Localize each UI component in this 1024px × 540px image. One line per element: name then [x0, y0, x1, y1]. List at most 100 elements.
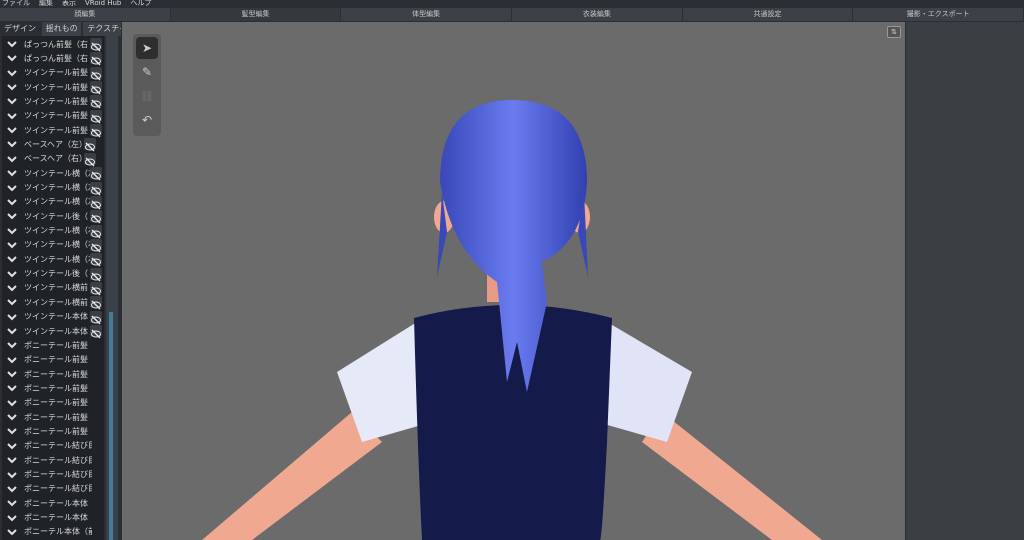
chevron-down-icon[interactable]: [7, 96, 17, 106]
chevron-down-icon[interactable]: [7, 527, 17, 537]
menu-item[interactable]: 編集: [39, 0, 53, 8]
main-tab[interactable]: 共通設定: [682, 8, 854, 21]
eye-hidden-icon[interactable]: [90, 109, 102, 124]
list-item[interactable]: ポニーテール前髪（左後: [2, 410, 104, 424]
eye-hidden-icon[interactable]: [84, 152, 96, 167]
chevron-down-icon[interactable]: [7, 154, 17, 164]
pen-tool-button[interactable]: ✎: [136, 61, 158, 83]
scrollbar-thumb[interactable]: [109, 312, 113, 540]
list-item[interactable]: ツインテール横（右: [2, 238, 104, 253]
list-item[interactable]: ポニーテール結び目（左: [2, 468, 104, 482]
eye-hidden-icon[interactable]: [90, 281, 102, 296]
chevron-down-icon[interactable]: [7, 383, 17, 393]
list-item[interactable]: ポニーテール本体（中）: [2, 496, 104, 510]
list-item[interactable]: ぱっつん前髪（右: [2, 37, 104, 52]
undo-tool-button[interactable]: ↶: [136, 109, 158, 131]
list-item[interactable]: ツインテール前髪（: [2, 94, 104, 109]
chevron-down-icon[interactable]: [7, 111, 17, 121]
list-item[interactable]: ツインテール後（: [2, 209, 104, 224]
main-tab[interactable]: 撮影・エクスポート: [853, 8, 1024, 21]
list-item[interactable]: ツインテール後（: [2, 267, 104, 282]
list-item[interactable]: ツインテール横（左: [2, 195, 104, 210]
chevron-down-icon[interactable]: [7, 68, 17, 78]
eye-hidden-icon[interactable]: [90, 325, 102, 339]
main-tab[interactable]: 髪型編集: [170, 8, 342, 21]
list-item[interactable]: ポニーテール前髪（左前: [2, 353, 104, 367]
eye-hidden-icon[interactable]: [90, 195, 102, 210]
sub-tab[interactable]: デザイン: [0, 22, 40, 36]
eye-hidden-icon[interactable]: [90, 181, 102, 195]
menu-item[interactable]: ヘルプ: [130, 0, 151, 8]
list-item[interactable]: ツインテール前髪（: [2, 123, 104, 138]
eye-hidden-icon[interactable]: [90, 310, 102, 325]
chevron-down-icon[interactable]: [7, 139, 17, 149]
chevron-down-icon[interactable]: [7, 455, 17, 465]
chevron-down-icon[interactable]: [7, 254, 17, 264]
list-item[interactable]: ツインテール横前（: [2, 295, 104, 310]
main-tab[interactable]: 顔編集: [0, 8, 171, 21]
eye-hidden-icon[interactable]: [90, 296, 102, 310]
chevron-down-icon[interactable]: [7, 125, 17, 135]
main-tab[interactable]: 衣装編集: [512, 8, 683, 21]
eye-hidden-icon[interactable]: [90, 210, 102, 224]
select-tool-button[interactable]: ➤: [136, 37, 158, 59]
chevron-down-icon[interactable]: [7, 297, 17, 307]
list-item[interactable]: ツインテール本体（: [2, 324, 104, 339]
eye-hidden-icon[interactable]: [84, 138, 96, 152]
eye-hidden-icon[interactable]: [90, 267, 102, 282]
list-item[interactable]: ベースヘア（右）: [2, 152, 104, 167]
list-item[interactable]: ツインテール本体（: [2, 310, 104, 325]
list-item[interactable]: ポニーテール結び目（右: [2, 482, 104, 496]
chevron-down-icon[interactable]: [7, 441, 17, 451]
list-item[interactable]: ツインテール横（左: [2, 181, 104, 195]
eye-hidden-icon[interactable]: [90, 95, 102, 109]
chevron-down-icon[interactable]: [7, 355, 17, 365]
list-item[interactable]: ツインテール前髪（: [2, 80, 104, 95]
chevron-down-icon[interactable]: [7, 183, 17, 193]
eye-hidden-icon[interactable]: [90, 253, 102, 267]
list-item[interactable]: ツインテール前髪（: [2, 109, 104, 124]
chevron-down-icon[interactable]: [7, 470, 17, 480]
list-item[interactable]: ポニーテール前髪（右前: [2, 367, 104, 381]
eye-hidden-icon[interactable]: [90, 167, 102, 181]
chevron-down-icon[interactable]: [7, 39, 17, 49]
list-item[interactable]: ベースヘア（左）: [2, 137, 104, 152]
camera-button[interactable]: ⇅: [887, 26, 901, 38]
chevron-down-icon[interactable]: [7, 369, 17, 379]
eye-hidden-icon[interactable]: [90, 124, 102, 138]
main-tab[interactable]: 体型編集: [341, 8, 513, 21]
list-item[interactable]: ツインテール前髪（: [2, 66, 104, 81]
list-item[interactable]: ポニーテール前髪（右中: [2, 396, 104, 410]
list-item[interactable]: ポニーテール結び目（後: [2, 453, 104, 467]
list-item[interactable]: ぱっつん前髪（右: [2, 51, 104, 66]
chevron-down-icon[interactable]: [7, 326, 17, 336]
list-item[interactable]: ポニーテール本体（後）: [2, 511, 104, 525]
chevron-down-icon[interactable]: [7, 484, 17, 494]
list-item[interactable]: ポニーテール結び目（前: [2, 439, 104, 453]
menu-item[interactable]: VRoid Hub: [85, 0, 121, 8]
eye-hidden-icon[interactable]: [90, 238, 102, 253]
chevron-down-icon[interactable]: [7, 269, 17, 279]
link-tool-button[interactable]: ⛓: [136, 85, 158, 107]
3d-viewport[interactable]: ➤ ✎ ⛓ ↶ ⇅: [122, 22, 905, 540]
chevron-down-icon[interactable]: [7, 412, 17, 422]
chevron-down-icon[interactable]: [7, 398, 17, 408]
chevron-down-icon[interactable]: [7, 197, 17, 207]
sub-tab[interactable]: 揺れもの: [41, 22, 82, 36]
chevron-down-icon[interactable]: [7, 168, 17, 178]
chevron-down-icon[interactable]: [7, 82, 17, 92]
eye-hidden-icon[interactable]: [90, 81, 102, 95]
chevron-down-icon[interactable]: [7, 240, 17, 250]
chevron-down-icon[interactable]: [7, 340, 17, 350]
list-item[interactable]: ポニーテル本体（前）: [2, 525, 104, 539]
chevron-down-icon[interactable]: [7, 426, 17, 436]
eye-hidden-icon[interactable]: [90, 66, 102, 81]
list-item[interactable]: ツインテール横（左: [2, 166, 104, 181]
chevron-down-icon[interactable]: [7, 283, 17, 293]
menu-item[interactable]: 表示: [62, 0, 76, 8]
chevron-down-icon[interactable]: [7, 312, 17, 322]
list-item[interactable]: ポニーテール前髪（右後: [2, 424, 104, 438]
list-item[interactable]: ポニーテール前髪（前）: [2, 338, 104, 352]
list-item[interactable]: ツインテール横（右: [2, 252, 104, 267]
list-item[interactable]: ツインテール横前（: [2, 281, 104, 296]
